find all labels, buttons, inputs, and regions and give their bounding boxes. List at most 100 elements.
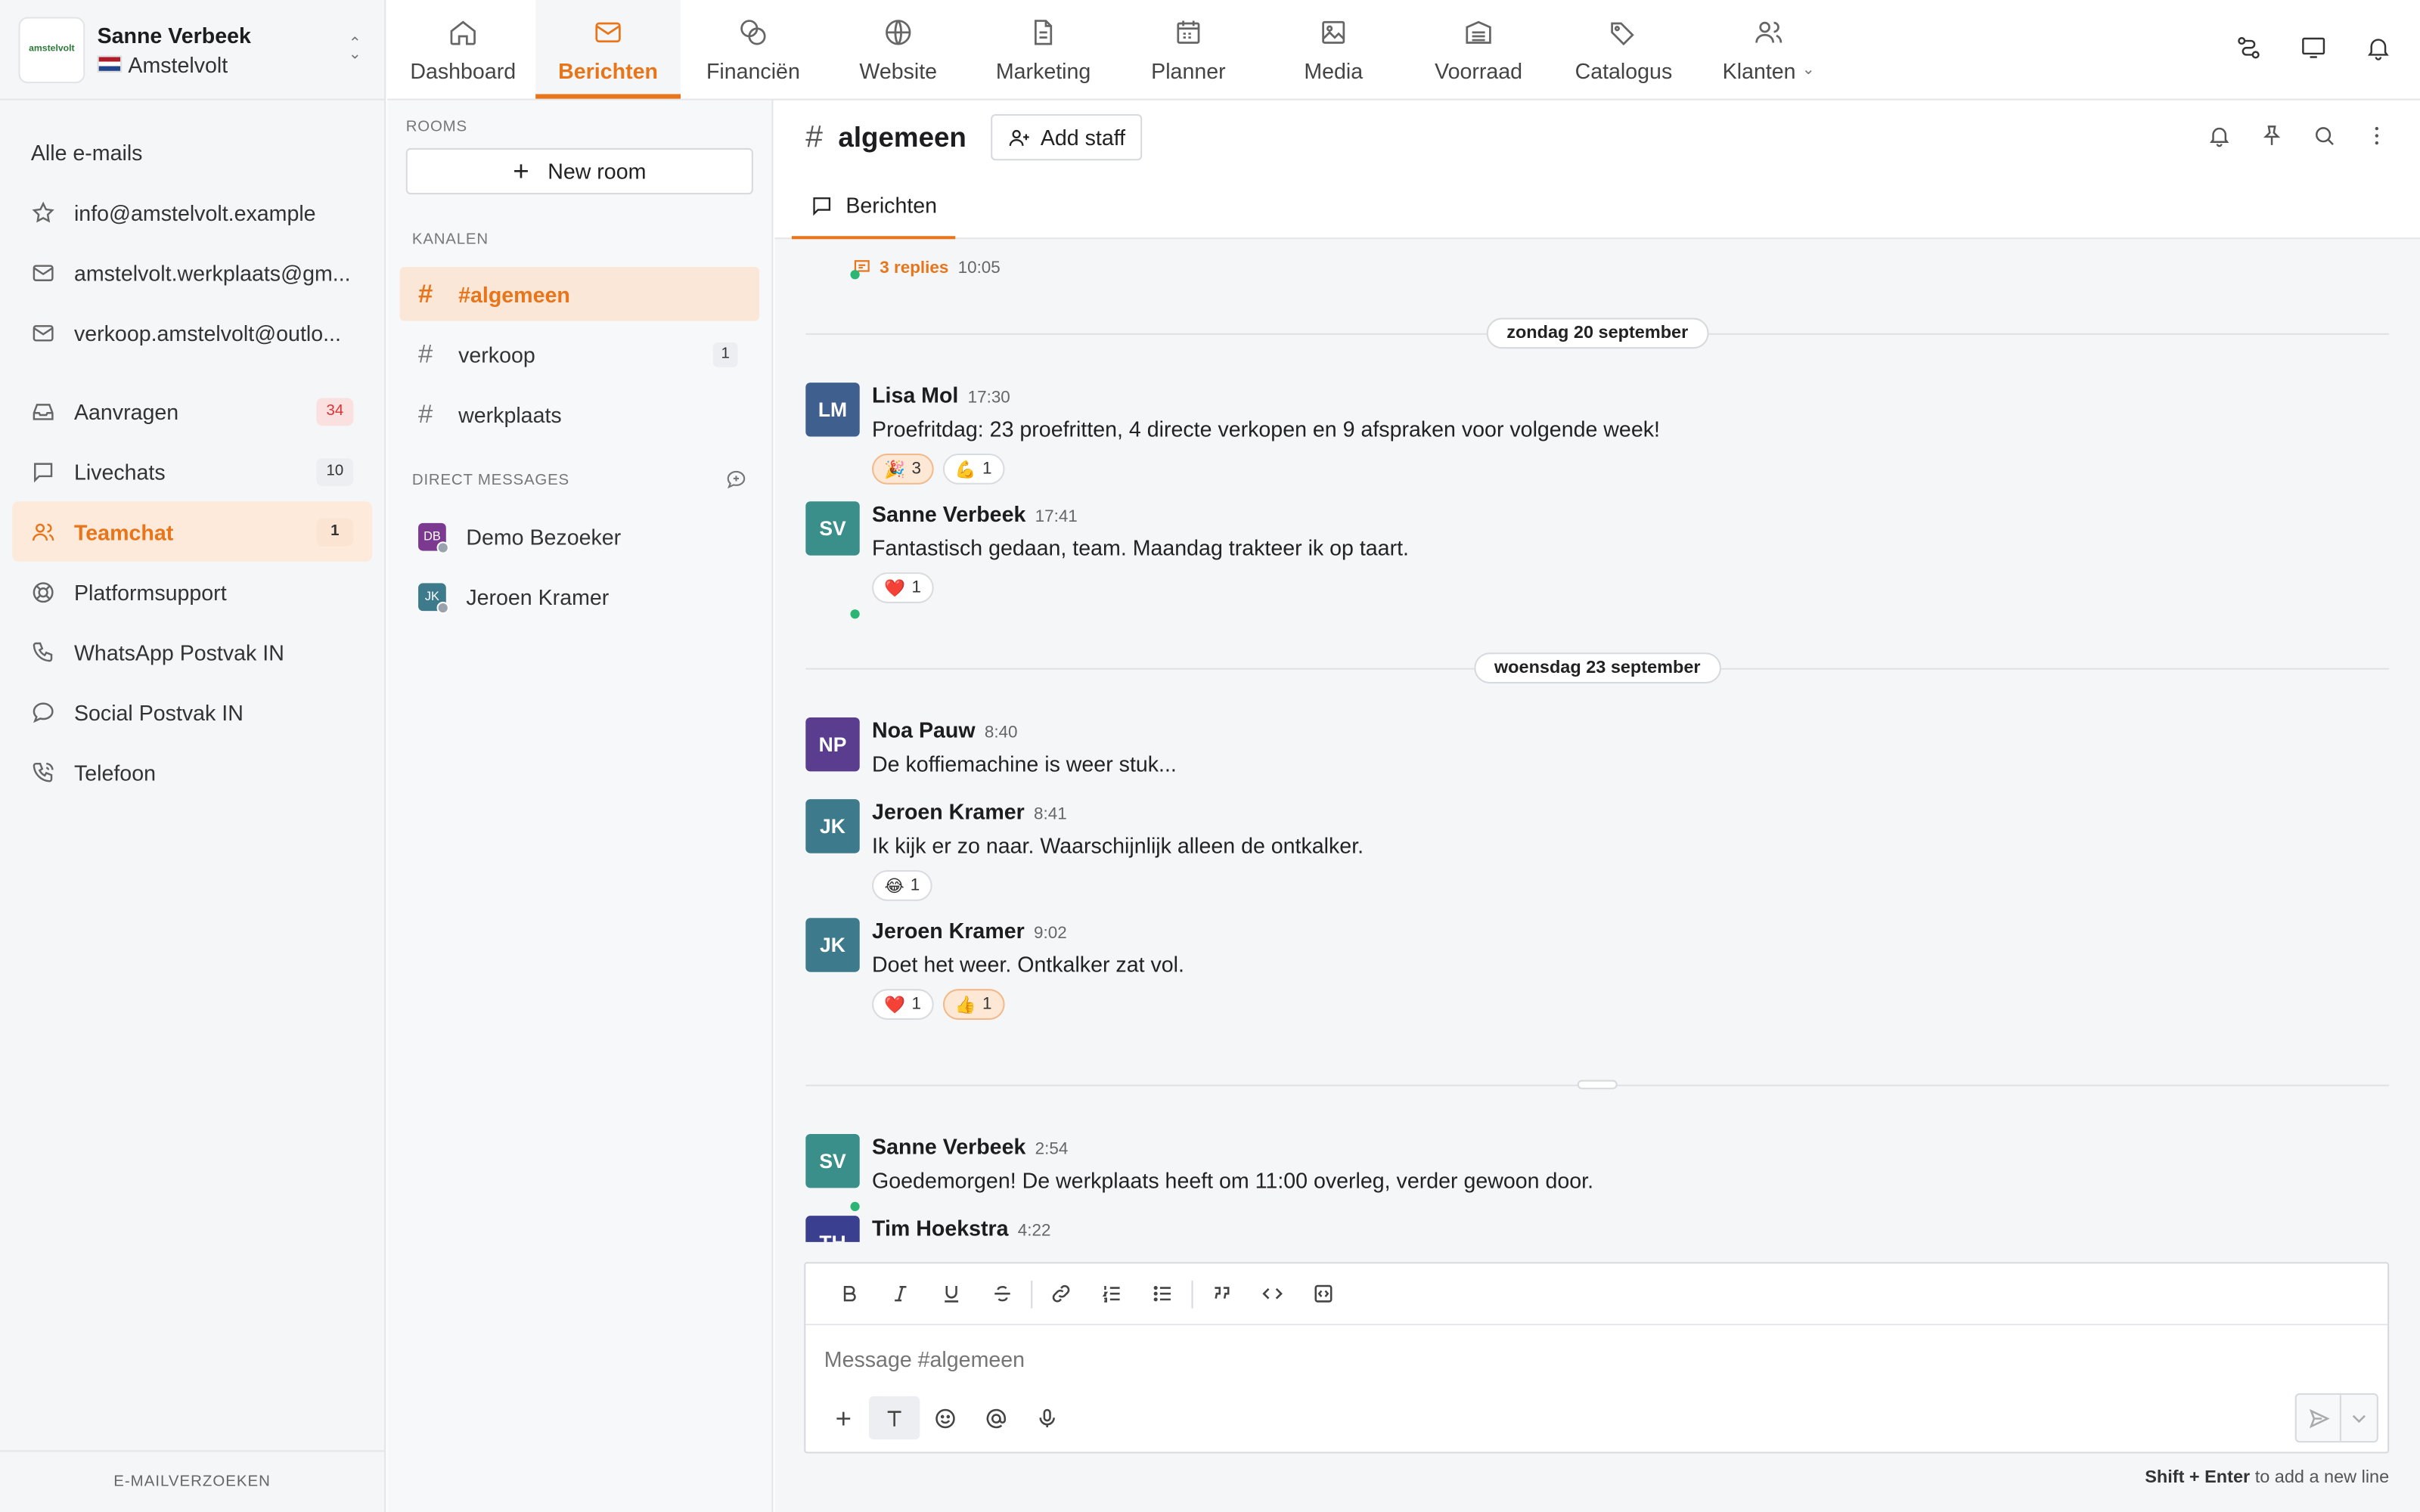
underline-icon[interactable] [926, 1272, 976, 1315]
channel-werkplaats[interactable]: # werkplaats [400, 387, 760, 441]
reaction-thumbs-up[interactable]: 👍 1 [942, 989, 1004, 1020]
hash-icon: # [418, 278, 433, 308]
message-text: Doet het weer. Ontkalker zat vol. [872, 952, 1184, 977]
hash-icon: # [418, 338, 433, 368]
sidebar-mailbox-werkplaats[interactable]: amstelvolt.werkplaats@gm... [0, 242, 384, 302]
company-logo: amstelvolt [18, 16, 85, 83]
tab-planner[interactable]: Planner [1115, 0, 1261, 99]
message-author[interactable]: Jeroen Kramer [872, 918, 1025, 943]
reaction-heart[interactable]: ❤️ 1 [872, 989, 934, 1020]
tab-klanten[interactable]: Klanten ⌄ [1696, 0, 1841, 99]
strikethrough-icon[interactable] [977, 1272, 1028, 1315]
message-text: Ik kijk er zo naar. Waarschijnlijk allee… [872, 833, 1364, 858]
message-author[interactable]: Sanne Verbeek [872, 501, 1025, 526]
tags-icon [1611, 21, 1634, 45]
bell-icon[interactable] [2207, 123, 2232, 148]
sidebar-item-telefoon[interactable]: Telefoon [0, 742, 384, 803]
attach-plus-icon[interactable] [818, 1396, 869, 1439]
pin-icon[interactable] [2260, 123, 2285, 148]
tab-website[interactable]: Website [826, 0, 971, 99]
account-location: Amstelvolt [128, 51, 228, 77]
module-tabs: Dashboard Berichten Financiën Website Ma… [387, 0, 2420, 99]
sidebar-item-all-emails[interactable]: Alle e-mails [0, 122, 384, 182]
composer-tools [818, 1396, 1073, 1440]
link-icon[interactable] [1035, 1272, 1086, 1315]
warehouse-icon [1466, 20, 1491, 43]
unread-badge: 1 [712, 342, 738, 367]
mail-icon [595, 21, 621, 42]
emoji-icon[interactable] [920, 1396, 970, 1439]
sidebar-item-aanvragen[interactable]: Aanvragen 34 [0, 381, 384, 442]
avatar: NP [805, 717, 860, 772]
tab-berichten-messages[interactable]: Berichten [791, 175, 956, 240]
sidebar-item-social[interactable]: Social Postvak IN [0, 682, 384, 742]
send-icon[interactable] [2297, 1395, 2340, 1441]
message-author[interactable]: Sanne Verbeek [872, 1134, 1025, 1159]
resize-handle[interactable] [1577, 1080, 1618, 1089]
bold-icon[interactable] [824, 1272, 875, 1315]
new-message-icon[interactable] [725, 469, 747, 491]
code-block-icon[interactable] [1298, 1272, 1348, 1315]
bullet-list-icon[interactable] [1137, 1272, 1188, 1315]
phone-call-icon [31, 760, 56, 785]
quote-icon[interactable] [1196, 1272, 1247, 1315]
message-time: 9:02 [1033, 924, 1067, 943]
thread-replies[interactable]: 3 replies 10:05 [852, 258, 1001, 278]
tab-dashboard[interactable]: Dashboard [390, 0, 535, 99]
channel-algemeen[interactable]: # #algemeen [399, 267, 760, 321]
sidebar-mailbox-verkoop[interactable]: verkoop.amstelvolt@outlo... [0, 302, 384, 363]
italic-icon[interactable] [875, 1272, 926, 1315]
add-user-icon [1010, 129, 1030, 145]
message-input[interactable] [805, 1325, 2388, 1393]
text-format-icon[interactable] [868, 1396, 920, 1440]
chat-icon [813, 197, 831, 215]
tab-financien[interactable]: Financiën [681, 0, 826, 99]
sidebar-item-livechats[interactable]: Livechats 10 [0, 442, 384, 502]
tab-catalogus[interactable]: Catalogus [1551, 0, 1696, 99]
message-author[interactable]: Lisa Mol [872, 383, 958, 407]
tab-marketing[interactable]: Marketing [971, 0, 1116, 99]
message-time: 17:30 [967, 389, 1010, 407]
account-switcher[interactable]: amstelvolt Sanne Verbeek Amstelvolt ⌃ ⌄ [0, 0, 385, 101]
workflow-icon[interactable] [2235, 34, 2263, 62]
formatting-toolbar [805, 1263, 2388, 1326]
new-room-button[interactable]: + New room [405, 147, 753, 195]
add-staff-button[interactable]: Add staff [991, 114, 1143, 161]
message-author[interactable]: Jeroen Kramer [872, 799, 1025, 824]
tab-berichten[interactable]: Berichten [535, 0, 681, 99]
rooms-panel: ROOMS + New room KANALEN # #algemeen # v… [387, 100, 774, 1512]
tab-media[interactable]: Media [1261, 0, 1406, 99]
reaction-heart[interactable]: ❤️ 1 [872, 572, 934, 603]
reaction-muscle[interactable]: 💪 1 [942, 453, 1004, 485]
sidebar-item-whatsapp[interactable]: WhatsApp Postvak IN [0, 621, 384, 682]
avatar: LM [805, 383, 860, 437]
microphone-icon[interactable] [1022, 1396, 1072, 1439]
sidebar-item-platformsupport[interactable]: Platformsupport [0, 562, 384, 622]
day-divider: woensdag 23 september [805, 652, 2390, 684]
search-icon[interactable] [2312, 123, 2337, 148]
message-time: 17:41 [1035, 507, 1078, 526]
online-indicator [850, 270, 860, 280]
dm-jeroen-kramer[interactable]: JK Jeroen Kramer [387, 566, 771, 627]
mail-icon [31, 260, 56, 285]
monitor-icon[interactable] [2300, 34, 2328, 62]
bell-icon[interactable] [2365, 34, 2393, 62]
channel-verkoop[interactable]: # verkoop 1 [400, 327, 760, 381]
reaction-laugh[interactable]: 😂 1 [872, 870, 932, 901]
message-list[interactable]: 3 replies 10:05 zondag 20 september LM L… [774, 239, 2419, 1242]
mention-icon[interactable] [971, 1396, 1022, 1439]
tab-voorraad[interactable]: Voorraad [1406, 0, 1551, 99]
sidebar-item-teamchat[interactable]: Teamchat 1 [12, 501, 372, 562]
send-options-chevron-icon[interactable] [2339, 1394, 2377, 1442]
message-author[interactable]: Tim Hoekstra [872, 1216, 1009, 1241]
ordered-list-icon[interactable] [1087, 1272, 1137, 1315]
message-author[interactable]: Noa Pauw [872, 717, 976, 742]
reactions: 😂 1 [872, 870, 932, 901]
reaction-party[interactable]: 🎉 3 [872, 453, 934, 485]
code-icon[interactable] [1247, 1272, 1298, 1315]
more-vertical-icon[interactable] [2365, 123, 2390, 148]
dm-demo-bezoeker[interactable]: DB Demo Bezoeker [387, 506, 771, 566]
coins-icon [740, 19, 766, 45]
phone-icon [31, 640, 56, 665]
sidebar-mailbox-info[interactable]: info@amstelvolt.example [0, 182, 384, 243]
